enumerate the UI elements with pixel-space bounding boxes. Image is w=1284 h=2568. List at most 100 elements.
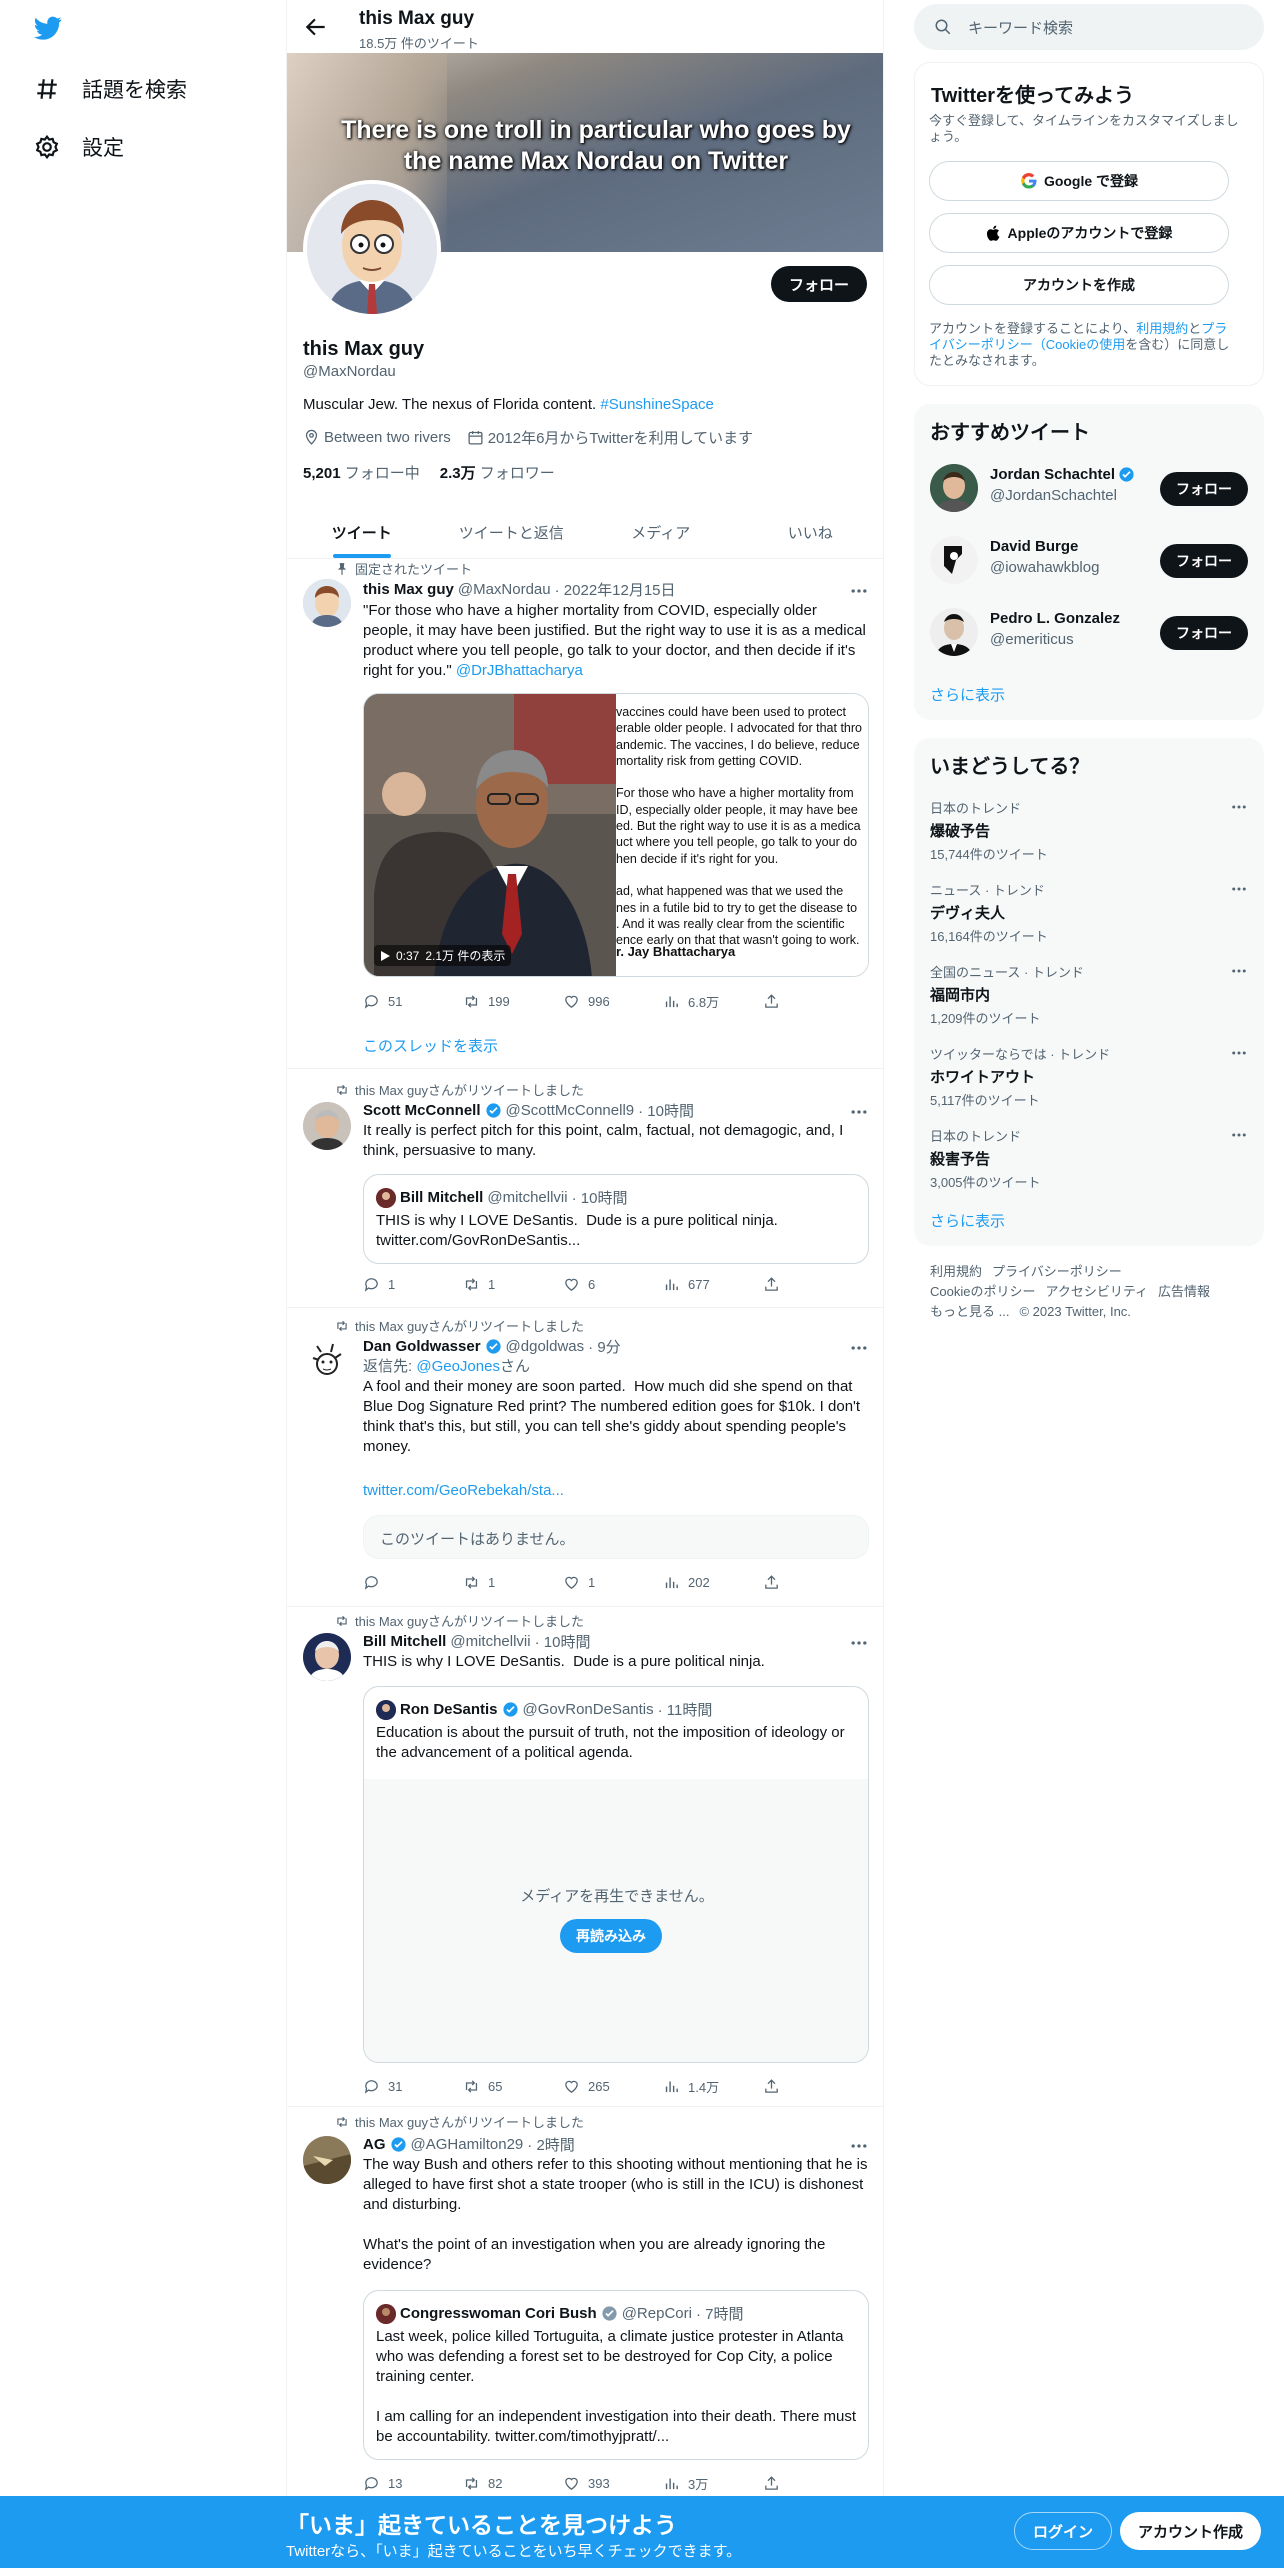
avatar[interactable] <box>303 1102 351 1150</box>
trend-item[interactable]: 日本のトレンド 爆破予告 15,744件のツイート <box>930 798 1248 878</box>
signup-button[interactable]: アカウント作成 <box>1120 2512 1262 2550</box>
reply-button[interactable] <box>363 1574 453 1591</box>
share-button[interactable] <box>763 1276 783 1293</box>
show-thread-link[interactable]: このスレッドを表示 <box>363 1035 498 1056</box>
twitter-logo-icon[interactable] <box>32 14 64 42</box>
tweet-retweet-1[interactable]: this Max guyさんがリツイートしました Scott McConnell… <box>287 1070 883 1308</box>
nav-explore[interactable]: 話題を検索 <box>34 74 187 104</box>
recommended-follow-button[interactable]: フォロー <box>1160 544 1248 578</box>
terms-link[interactable]: 利用規約 <box>1136 321 1188 336</box>
tweet-retweet-4[interactable]: this Max guyさんがリツイートしました AG @AGHamilton29… <box>287 2108 883 2508</box>
quoted-tweet[interactable]: Bill Mitchell @mitchellvii · 10時間 THIS i… <box>363 1174 869 1264</box>
bio-hashtag-link[interactable]: #SunshineSpace <box>600 396 713 413</box>
recommended-user[interactable]: Pedro L. Gonzalez @emeriticus フォロー <box>930 604 1248 660</box>
more-icon[interactable] <box>849 1633 869 1653</box>
footer-link[interactable]: もっと見る ... <box>930 1304 1009 1319</box>
tweet-time[interactable]: · 10時間 <box>535 1631 591 1652</box>
author-name[interactable]: Scott McConnell <box>363 1102 481 1119</box>
avatar[interactable] <box>303 1338 351 1386</box>
search-input[interactable]: キーワード検索 <box>968 17 1073 38</box>
views-button[interactable]: 202 <box>663 1574 753 1591</box>
google-signup-button[interactable]: Google で登録 <box>929 161 1229 201</box>
nav-settings[interactable]: 設定 <box>34 132 124 162</box>
quoted-tweet[interactable]: Congresswoman Cori Bush @RepCori · 7時間 La… <box>363 2290 869 2460</box>
author-name[interactable]: this Max guy <box>363 581 454 598</box>
recommended-follow-button[interactable]: フォロー <box>1160 616 1248 650</box>
share-button[interactable] <box>763 992 783 1011</box>
profile-avatar[interactable] <box>303 180 441 318</box>
tweet-link[interactable]: twitter.com/GeoRebekah/sta... <box>363 1482 564 1499</box>
reply-button[interactable]: 31 <box>363 2077 453 2096</box>
tweet-time[interactable]: · 2時間 <box>527 2134 575 2155</box>
footer-link[interactable]: 広告情報 <box>1158 1284 1210 1299</box>
retweet-button[interactable]: 1 <box>463 1276 553 1293</box>
apple-signup-button[interactable]: Appleのアカウントで登録 <box>929 213 1229 253</box>
share-button[interactable] <box>763 2474 783 2493</box>
footer-link[interactable]: 利用規約 <box>930 1264 982 1279</box>
reply-to-link[interactable]: @GeoJones <box>416 1358 500 1375</box>
more-icon[interactable] <box>1230 798 1248 816</box>
reply-button[interactable]: 13 <box>363 2474 453 2493</box>
profile-follow-button[interactable]: フォロー <box>770 266 867 302</box>
avatar[interactable] <box>303 579 351 627</box>
retweet-button[interactable]: 199 <box>463 992 553 1011</box>
following-stat[interactable]: 5,201 フォロー中 <box>303 462 420 483</box>
like-button[interactable]: 1 <box>563 1574 653 1591</box>
recommended-user[interactable]: David Burge @iowahawkblog フォロー <box>930 532 1248 588</box>
like-button[interactable]: 265 <box>563 2077 653 2096</box>
more-icon[interactable] <box>849 1102 869 1122</box>
share-button[interactable] <box>763 1574 783 1591</box>
tweet-time[interactable]: · 2022年12月15日 <box>555 579 676 600</box>
more-icon[interactable] <box>1230 962 1248 980</box>
more-icon[interactable] <box>849 581 869 601</box>
footer-link[interactable]: Cookieのポリシー <box>930 1284 1035 1299</box>
like-button[interactable]: 393 <box>563 2474 653 2493</box>
tweet-retweet-3[interactable]: this Max guyさんがリツイートしました Bill Mitchell @… <box>287 1607 883 2107</box>
more-icon[interactable] <box>849 1338 869 1358</box>
avatar[interactable] <box>303 1633 351 1681</box>
reply-button[interactable]: 51 <box>363 992 453 1011</box>
tab-likes[interactable]: いいね <box>736 506 884 558</box>
views-button[interactable]: 1.4万 <box>663 2077 753 2096</box>
footer-link[interactable]: アクセシビリティ <box>1045 1284 1148 1299</box>
more-icon[interactable] <box>1230 1126 1248 1144</box>
search-box[interactable]: キーワード検索 <box>914 4 1264 50</box>
retweet-button[interactable]: 1 <box>463 1574 553 1591</box>
more-icon[interactable] <box>849 2136 869 2156</box>
author-handle[interactable]: @AGHamilton29 <box>411 2136 524 2153</box>
trend-item[interactable]: 日本のトレンド 殺害予告 3,005件のツイート <box>930 1126 1248 1206</box>
back-arrow-icon[interactable] <box>303 14 329 40</box>
mention-link[interactable]: @DrJBhattacharya <box>456 662 583 679</box>
create-account-button[interactable]: アカウントを作成 <box>929 265 1229 305</box>
followers-stat[interactable]: 2.3万 フォロワー <box>440 462 555 483</box>
trend-item[interactable]: ツイッターならでは · トレンド ホワイトアウト 5,117件のツイート <box>930 1044 1248 1124</box>
footer-link[interactable]: プライバシーポリシー <box>992 1264 1122 1279</box>
trend-item[interactable]: ニュース · トレンド デヴィ夫人 16,164件のツイート <box>930 880 1248 960</box>
retweet-button[interactable]: 65 <box>463 2077 553 2096</box>
trend-item[interactable]: 全国のニュース · トレンド 福岡市内 1,209件のツイート <box>930 962 1248 1042</box>
tab-media[interactable]: メディア <box>586 506 736 558</box>
tweet-pinned[interactable]: 固定されたツイート this Max guy @MaxNordau · 2022… <box>287 559 883 1069</box>
tweet-retweet-2[interactable]: this Max guyさんがリツイートしました Dan Goldwasser @… <box>287 1308 883 1607</box>
like-button[interactable]: 6 <box>563 1276 653 1293</box>
tweet-video[interactable]: vaccines could have been used to protect… <box>363 693 869 977</box>
tweet-time[interactable]: · 10時間 <box>638 1100 694 1121</box>
tweet-time[interactable]: · 9分 <box>588 1336 621 1357</box>
author-handle[interactable]: @mitchellvii <box>450 1633 530 1650</box>
quoted-tweet[interactable]: Ron DeSantis @GovRonDeSantis · 11時間 Educa… <box>363 1686 869 2063</box>
author-name[interactable]: Dan Goldwasser <box>363 1338 481 1355</box>
play-icon[interactable] <box>380 950 390 961</box>
reload-button[interactable]: 再読み込み <box>560 1919 662 1953</box>
tab-tweets-replies[interactable]: ツイートと返信 <box>437 506 587 558</box>
recommended-follow-button[interactable]: フォロー <box>1160 472 1248 506</box>
retweet-button[interactable]: 82 <box>463 2474 553 2493</box>
tab-tweets[interactable]: ツイート <box>287 506 437 558</box>
views-button[interactable]: 3万 <box>663 2474 753 2493</box>
like-button[interactable]: 996 <box>563 992 653 1011</box>
avatar[interactable] <box>303 2136 351 2184</box>
author-name[interactable]: AG <box>363 2136 386 2153</box>
views-button[interactable]: 6.8万 <box>663 992 753 1011</box>
show-more-trends[interactable]: さらに表示 <box>930 1210 1005 1231</box>
reply-button[interactable]: 1 <box>363 1276 453 1293</box>
author-handle[interactable]: @dgoldwas <box>506 1338 585 1355</box>
